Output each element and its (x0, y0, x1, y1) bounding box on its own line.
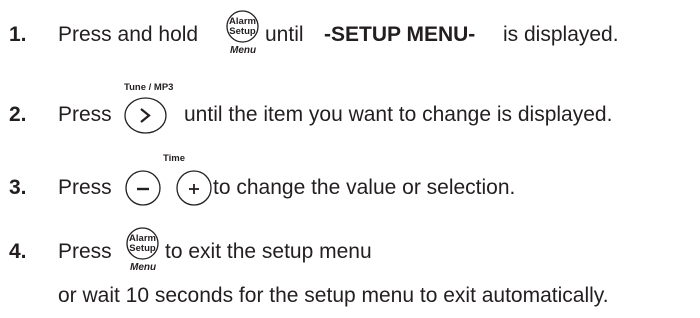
step-text: Press (58, 176, 112, 199)
step-text-continued: or wait 10 seconds for the setup menu to… (58, 284, 609, 307)
step-text: until (265, 23, 304, 46)
next-button-icon (124, 97, 167, 134)
step-number: 1. (9, 23, 27, 46)
button-label-line1: Alarm (229, 15, 256, 27)
step-number: 2. (9, 103, 27, 126)
step-text: Press (58, 103, 112, 126)
button-caption: Menu (230, 45, 257, 56)
step-number: 4. (9, 240, 27, 263)
alarm-setup-button-icon: Alarm Setup (226, 10, 259, 43)
step-text: to exit the setup menu (165, 240, 372, 263)
button-label-line2: Setup (229, 25, 256, 37)
plus-button-icon (176, 170, 212, 206)
button-label-line1: Alarm (129, 232, 156, 244)
setup-menu-label: -SETUP MENU- (324, 23, 476, 46)
step-text: Press (58, 240, 112, 263)
alarm-setup-button-icon: Alarm Setup (126, 227, 159, 260)
button-caption: Menu (130, 262, 157, 273)
button-caption: Tune / MP3 (124, 82, 174, 93)
step-text: to change the value or selection. (213, 176, 516, 199)
step-text: is displayed. (503, 23, 619, 46)
button-label-line2: Setup (129, 242, 156, 254)
step-number: 3. (9, 176, 27, 199)
button-caption: Time (163, 153, 186, 164)
step-text: until the item you want to change is dis… (184, 103, 613, 126)
minus-button-icon (125, 170, 161, 206)
step-text: Press and hold (58, 23, 199, 46)
